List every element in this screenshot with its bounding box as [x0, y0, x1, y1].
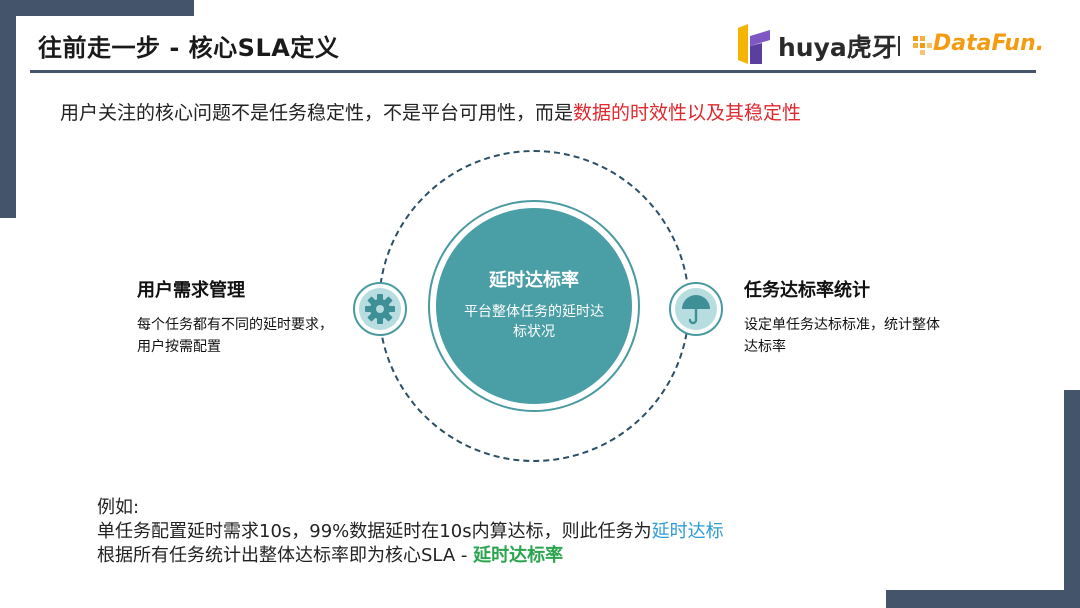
example-line-1-highlight: 延时达标	[651, 521, 724, 542]
example-label: 例如:	[97, 497, 140, 518]
corner-decoration-top-left	[0, 0, 194, 16]
corner-decoration-right	[1064, 390, 1080, 608]
example-line-1-text: 单任务配置延时需求10s，99%数据延时在10s内算达标，则此任务为	[97, 521, 652, 542]
center-description: 平台整体任务的延时达标状况	[464, 304, 604, 340]
right-node	[669, 282, 723, 336]
datafun-logo-icon	[913, 36, 932, 55]
example-line-2-text: 根据所有任务统计出整体达标率即为核心SLA -	[97, 545, 474, 566]
example-line-1: 单任务配置延时需求10s，99%数据延时在10s内算达标，则此任务为延时达标	[97, 520, 724, 544]
left-node	[353, 282, 407, 336]
huya-logo-text: huya虎牙	[778, 33, 897, 62]
right-node-title: 任务达标率统计	[744, 280, 870, 301]
intro-sentence: 用户关注的核心问题不是任务稳定性，不是平台可用性，而是数据的时效性以及其稳定性	[60, 98, 801, 125]
huya-logo-icon	[738, 24, 770, 64]
umbrella-icon	[682, 295, 710, 325]
title-divider	[30, 70, 1036, 73]
corner-decoration-left	[0, 0, 16, 218]
left-node-description: 每个任务都有不同的延时要求，用户按需配置	[137, 317, 333, 355]
gear-icon	[365, 294, 395, 324]
logo-separator	[898, 36, 900, 56]
example-block: 例如: 单任务配置延时需求10s，99%数据延时在10s内算达标，则此任务为延时…	[97, 496, 724, 568]
example-line-2-highlight: 延时达标率	[473, 545, 564, 566]
corner-decoration-bottom-right	[886, 590, 1080, 608]
example-line-2: 根据所有任务统计出整体达标率即为核心SLA - 延时达标率	[97, 544, 724, 568]
datafun-logo-text: DataFun.	[933, 31, 1045, 56]
center-title: 延时达标率	[489, 270, 579, 291]
slide-title: 往前走一步 - 核心SLA定义	[38, 34, 340, 62]
right-node-description: 设定单任务达标标准，统计整体达标率	[744, 317, 940, 355]
intro-prefix: 用户关注的核心问题不是任务稳定性，不是平台可用性，而是	[60, 102, 574, 124]
intro-highlight: 数据的时效性以及其稳定性	[573, 102, 802, 124]
center-circle: 延时达标率 平台整体任务的延时达标状况	[436, 208, 632, 404]
left-node-title: 用户需求管理	[137, 280, 245, 301]
